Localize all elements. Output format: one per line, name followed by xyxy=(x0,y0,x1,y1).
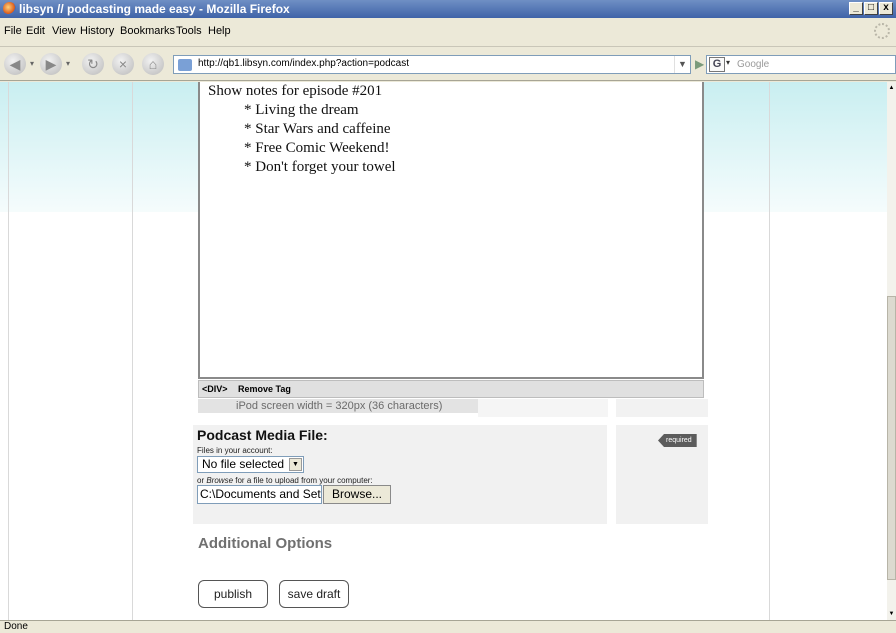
status-bar: Done xyxy=(0,620,896,633)
menu-file[interactable]: File xyxy=(4,25,22,37)
menu-history[interactable]: History xyxy=(80,25,114,37)
forward-dropdown-icon[interactable]: ▾ xyxy=(64,53,72,75)
minimize-button[interactable]: _ xyxy=(849,2,863,15)
browse-button[interactable]: Browse... xyxy=(323,485,391,504)
remove-tag-link[interactable]: Remove Tag xyxy=(238,384,291,394)
menu-view[interactable]: View xyxy=(52,25,76,37)
maximize-button[interactable]: □ xyxy=(864,2,878,15)
select-dropdown-icon[interactable]: ▼ xyxy=(289,458,302,471)
editor-content[interactable]: Show notes for episode #201 * Living the… xyxy=(208,82,396,177)
required-badge: required xyxy=(658,434,697,447)
browse-hint-em: Browse xyxy=(206,476,234,485)
content-border-left xyxy=(132,82,133,620)
publish-button[interactable]: publish xyxy=(198,580,268,608)
editor-list-item: * Star Wars and caffeine xyxy=(244,121,391,137)
url-bar[interactable]: http://qb1.libsyn.com/index.php?action=p… xyxy=(173,55,691,74)
stop-icon[interactable]: × xyxy=(112,53,134,75)
form-row-background xyxy=(478,399,608,417)
site-favicon-icon xyxy=(178,59,192,71)
menu-edit[interactable]: Edit xyxy=(26,25,45,37)
media-file-card: Podcast Media File: Files in your accoun… xyxy=(193,425,607,524)
window-titlebar: libsyn // podcasting made easy - Mozilla… xyxy=(0,0,896,18)
navigation-toolbar: ◀ ▾ ▶ ▾ ↻ × ⌂ http://qb1.libsyn.com/inde… xyxy=(0,47,896,81)
media-side-card: required xyxy=(616,425,708,524)
browse-hint-prefix: or xyxy=(197,476,207,485)
search-engine-dropdown-icon[interactable]: ▾ xyxy=(726,58,730,67)
editor-tag-path[interactable]: <DIV> xyxy=(202,384,228,394)
search-box[interactable]: G ▾ Google xyxy=(706,55,896,74)
search-engine-icon[interactable]: G xyxy=(709,57,725,72)
search-placeholder[interactable]: Google xyxy=(737,59,769,70)
close-button[interactable]: x xyxy=(879,2,893,15)
show-notes-editor[interactable]: Show notes for episode #201 * Living the… xyxy=(198,82,704,379)
additional-options-heading[interactable]: Additional Options xyxy=(198,535,332,552)
home-icon[interactable]: ⌂ xyxy=(142,53,164,75)
scroll-thumb[interactable] xyxy=(887,296,896,580)
throbber-icon xyxy=(874,23,890,39)
url-text[interactable]: http://qb1.libsyn.com/index.php?action=p… xyxy=(198,58,409,69)
browse-hint: or Browse for a file to upload from your… xyxy=(197,476,373,485)
save-draft-button[interactable]: save draft xyxy=(279,580,349,608)
account-file-select[interactable]: No file selected ▼ xyxy=(197,456,304,473)
menu-bookmarks[interactable]: Bookmarks xyxy=(120,25,175,37)
forward-icon[interactable]: ▶ xyxy=(40,53,62,75)
files-in-account-label: Files in your account: xyxy=(197,446,273,455)
menu-tools[interactable]: Tools xyxy=(176,25,202,37)
page-viewport: Show notes for episode #201 * Living the… xyxy=(0,82,887,620)
reload-icon[interactable]: ↻ xyxy=(82,53,104,75)
content-border-right xyxy=(769,82,770,620)
editor-list-item: * Free Comic Weekend! xyxy=(244,140,390,156)
scroll-up-icon[interactable]: ▲ xyxy=(887,82,896,94)
media-file-title: Podcast Media File: xyxy=(197,427,328,443)
editor-list-item: * Don't forget your towel xyxy=(244,159,396,175)
url-dropdown-icon[interactable]: ▼ xyxy=(674,56,690,73)
menu-help[interactable]: Help xyxy=(208,25,231,37)
menu-bar: File Edit View History Bookmarks Tools H… xyxy=(0,18,896,47)
editor-heading: Show notes for episode #201 xyxy=(208,83,383,99)
account-file-select-value[interactable]: No file selected xyxy=(202,457,284,471)
ipod-width-note: iPod screen width = 320px (36 characters… xyxy=(198,399,478,413)
file-path-input[interactable]: C:\Documents and Setti xyxy=(197,485,322,504)
back-icon[interactable]: ◀ xyxy=(4,53,26,75)
status-text: Done xyxy=(4,621,28,632)
scroll-down-icon[interactable]: ▼ xyxy=(887,608,896,620)
editor-status-bar: <DIV> Remove Tag xyxy=(198,380,704,398)
back-dropdown-icon[interactable]: ▾ xyxy=(28,53,36,75)
window-title: libsyn // podcasting made easy - Mozilla… xyxy=(19,2,290,16)
editor-list-item: * Living the dream xyxy=(244,102,359,118)
firefox-icon xyxy=(3,2,16,15)
page-border-left xyxy=(8,82,9,620)
browse-hint-suffix: for a file to upload from your computer: xyxy=(233,476,373,485)
side-card-top xyxy=(616,399,708,417)
vertical-scrollbar[interactable]: ▲ ▼ xyxy=(887,82,896,620)
